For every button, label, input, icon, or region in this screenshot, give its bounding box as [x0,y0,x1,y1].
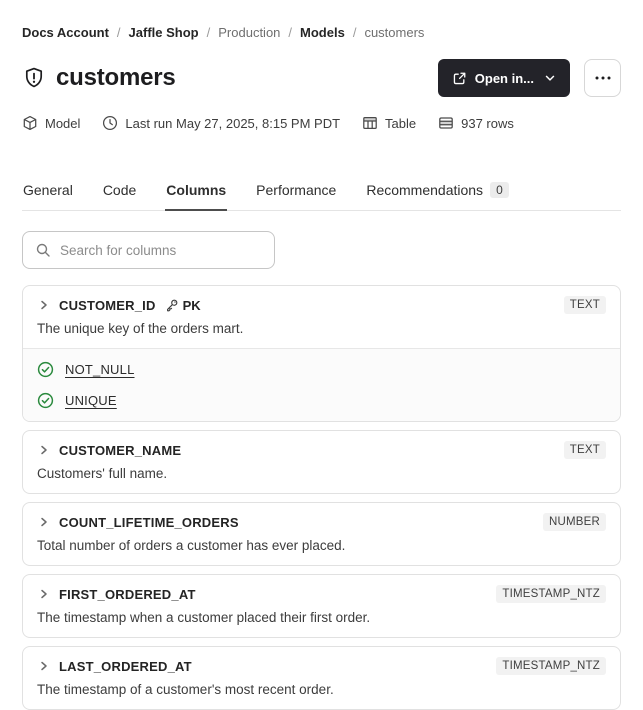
meta-item-label: 937 rows [461,115,514,131]
external-link-icon [452,71,467,86]
breadcrumb: Docs Account / Jaffle Shop / Production / Mode… [22,24,621,42]
breadcrumb-separator: / [352,25,357,40]
chevron-right-icon[interactable] [37,298,51,312]
tab-bar: General Code Columns Performance Recomme… [22,178,621,211]
test-link[interactable]: UNIQUE [65,393,117,408]
breadcrumb-separator: / [288,25,293,40]
cube-icon [22,115,38,131]
breadcrumb-item[interactable]: Production [218,24,280,42]
more-options-button[interactable] [584,59,621,97]
tab-count-badge: 0 [490,182,509,198]
column-name: FIRST_ORDERED_AT [59,586,196,602]
meta-item: 937 rows [438,115,514,131]
column-card-header[interactable]: LAST_ORDERED_AT TIMESTAMP_NTZ The timest… [23,647,620,709]
tab-code[interactable]: Code [102,178,137,211]
column-name: LAST_ORDERED_AT [59,658,192,674]
column-description: The unique key of the orders mart. [37,321,244,336]
chevron-right-icon[interactable] [37,659,51,673]
column-card-header[interactable]: CUSTOMER_ID PK TEXT The unique key of th… [23,286,620,348]
column-description: Customers' full name. [37,466,168,481]
column-card: CUSTOMER_NAME TEXT Customers' full name. [22,430,621,494]
breadcrumb-item[interactable]: Docs Account [22,24,109,42]
check-circle-icon [37,361,54,378]
tab-general[interactable]: General [22,178,74,211]
open-in-button[interactable]: Open in... [437,59,570,97]
tab-label: Performance [256,182,337,198]
primary-key-indicator: PK [165,298,201,313]
tab-columns[interactable]: Columns [165,178,228,211]
column-type-badge: TEXT [563,441,606,459]
tab-label: Columns [166,182,227,198]
breadcrumb-separator: / [206,25,211,40]
breadcrumb-item[interactable]: customers [364,24,424,42]
page-title: customers [56,64,176,91]
column-type-badge: TIMESTAMP_NTZ [496,657,606,675]
column-type-badge: TEXT [563,296,606,314]
chevron-down-icon [544,72,556,84]
columns-list: CUSTOMER_ID PK TEXT The unique key of th… [22,285,621,710]
meta-item: Model [22,115,80,131]
column-description: The timestamp when a customer placed the… [37,610,371,625]
column-tests: NOT_NULL UNIQUE [23,348,620,421]
column-type-badge: NUMBER [542,513,606,531]
rows-icon [438,115,454,131]
column-card: CUSTOMER_ID PK TEXT The unique key of th… [22,285,621,422]
meta-row: Model Last run May 27, 2025, 8:15 PM PDT… [22,114,621,132]
column-card: LAST_ORDERED_AT TIMESTAMP_NTZ The timest… [22,646,621,710]
meta-item: Last run May 27, 2025, 8:15 PM PDT [102,115,340,131]
column-card-header[interactable]: CUSTOMER_NAME TEXT Customers' full name. [23,431,620,493]
search-box[interactable] [22,231,275,269]
check-circle-icon [37,392,54,409]
column-type-badge: TIMESTAMP_NTZ [496,585,606,603]
column-card: COUNT_LIFETIME_ORDERS NUMBER Total numbe… [22,502,621,566]
table-icon [362,115,378,131]
header-actions: Open in... [437,59,621,97]
column-name: CUSTOMER_NAME [59,442,182,458]
chevron-right-icon[interactable] [37,443,51,457]
search-input[interactable] [60,242,262,258]
column-card-header[interactable]: FIRST_ORDERED_AT TIMESTAMP_NTZ The times… [23,575,620,637]
test-link[interactable]: NOT_NULL [65,362,135,377]
page-header: customers Open in... [22,58,621,98]
tab-performance[interactable]: Performance [255,178,337,211]
key-icon [165,298,179,312]
tab-recommendations[interactable]: Recommendations 0 [365,178,509,211]
column-description: Total number of orders a customer has ev… [37,538,346,553]
shield-alert-icon [22,65,46,91]
column-description: The timestamp of a customer's most recen… [37,682,334,697]
search-icon [35,242,51,258]
tab-label: General [23,182,73,198]
open-in-button-label: Open in... [474,70,534,86]
breadcrumb-item[interactable]: Jaffle Shop [129,24,199,42]
meta-item: Table [362,115,416,131]
breadcrumb-item[interactable]: Models [300,24,345,42]
test-row: UNIQUE [37,385,606,416]
breadcrumb-separator: / [116,25,121,40]
chevron-right-icon[interactable] [37,515,51,529]
clock-icon [102,115,118,131]
tab-label: Code [102,182,137,198]
column-card: FIRST_ORDERED_AT TIMESTAMP_NTZ The times… [22,574,621,638]
chevron-right-icon[interactable] [37,587,51,601]
column-card-header[interactable]: COUNT_LIFETIME_ORDERS NUMBER Total numbe… [23,503,620,565]
test-row: NOT_NULL [37,354,606,385]
column-name: CUSTOMER_ID [59,297,156,313]
column-name: COUNT_LIFETIME_ORDERS [59,514,239,530]
ellipsis-icon [594,75,612,81]
meta-item-label: Model [45,115,81,131]
meta-item-label: Table [385,115,417,131]
tab-label: Recommendations [366,182,484,198]
meta-item-label: Last run May 27, 2025, 8:15 PM PDT [125,115,341,131]
pk-label: PK [182,297,201,313]
